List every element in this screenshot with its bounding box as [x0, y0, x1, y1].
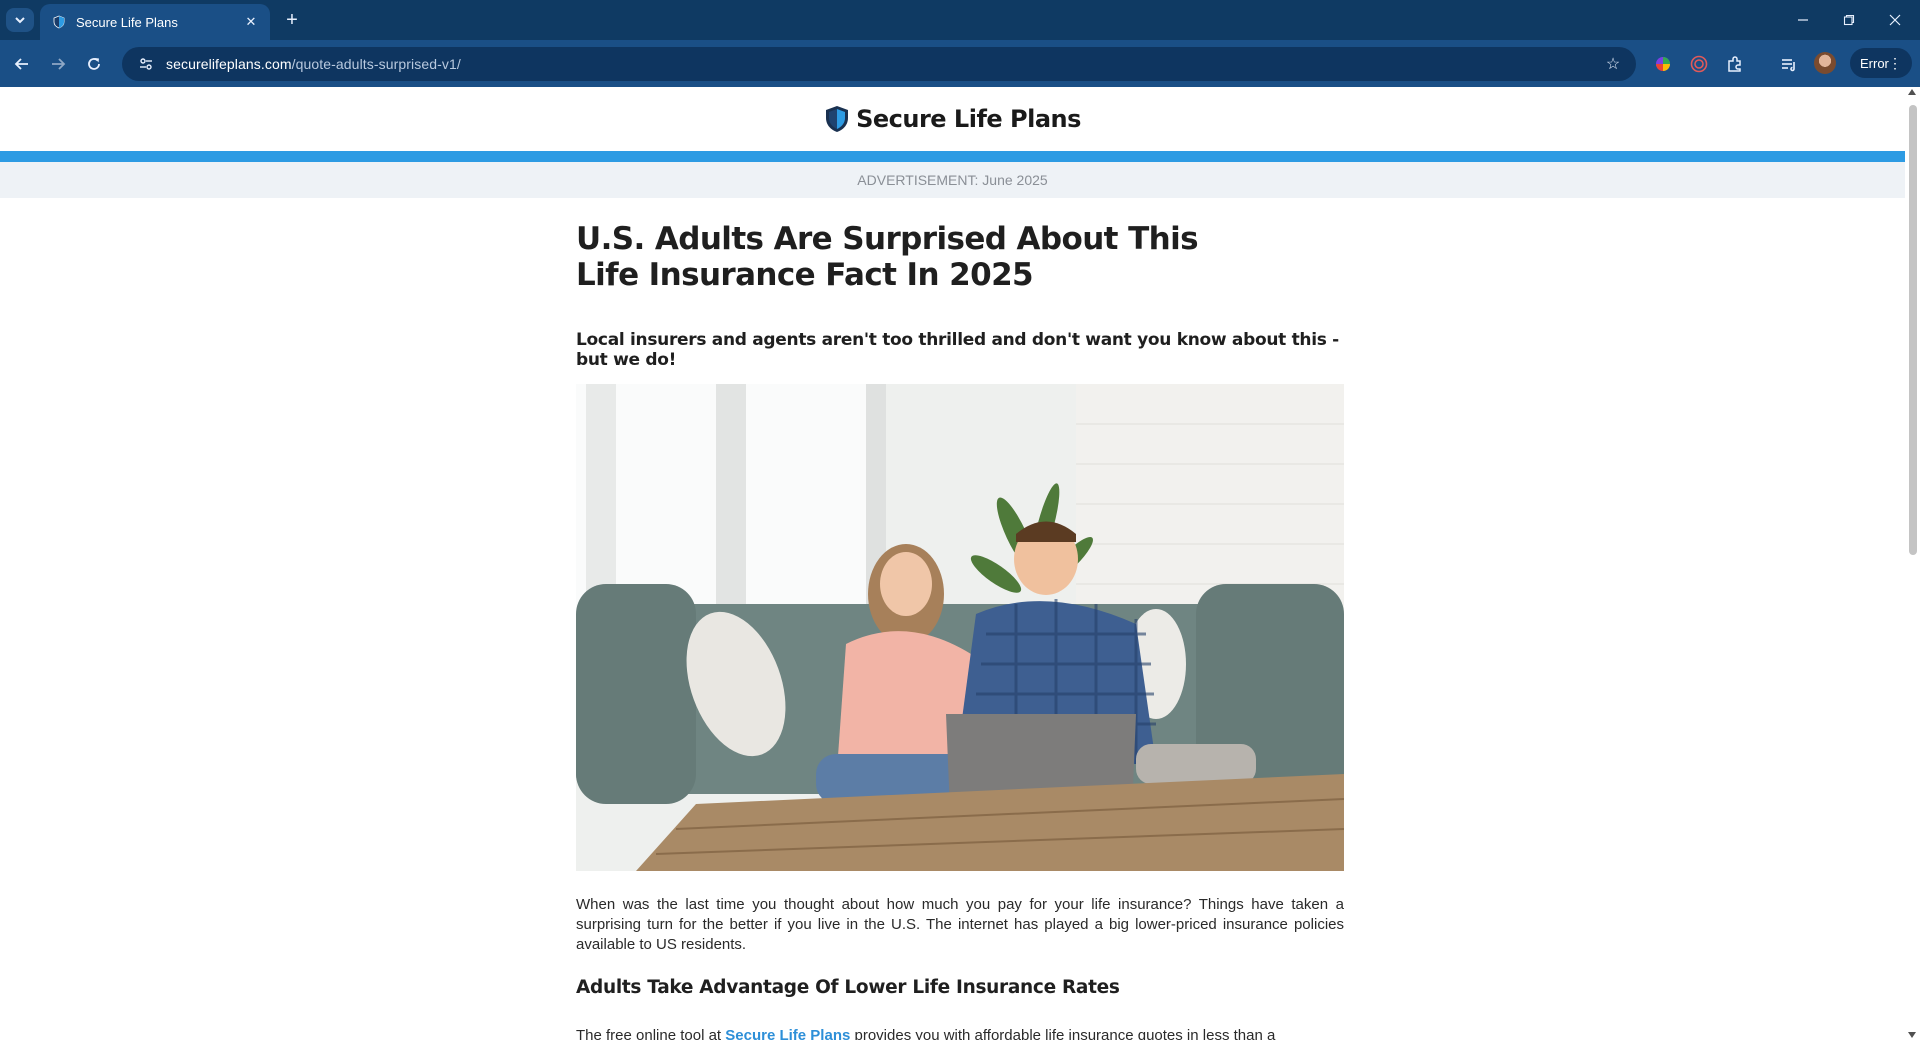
url-text: securelifeplans.com/quote-adults-surpris…: [166, 56, 461, 72]
article-heading-2: Adults Take Advantage Of Lower Life Insu…: [576, 977, 1120, 998]
privacy-extension-icon[interactable]: [1689, 54, 1709, 74]
url-path: /quote-adults-surprised-v1/: [291, 56, 461, 72]
scroll-down-arrow-icon[interactable]: [1908, 1032, 1916, 1038]
forward-icon[interactable]: [44, 50, 72, 78]
tab-strip: Secure Life Plans ✕ +: [0, 0, 1920, 40]
extensions-icon[interactable]: [1725, 54, 1745, 74]
scroll-thumb[interactable]: [1909, 105, 1917, 555]
minimize-icon[interactable]: [1780, 0, 1826, 40]
header-accent-bar: [0, 151, 1905, 162]
article-headline: U.S. Adults Are Surprised About This Lif…: [576, 221, 1199, 293]
paragraph-2-text-before: The free online tool at: [576, 1027, 722, 1040]
restore-icon[interactable]: [1826, 0, 1872, 40]
star-icon[interactable]: ☆: [1602, 53, 1624, 75]
shield-icon: [53, 15, 65, 29]
url-domain: securelifeplans.com: [166, 56, 292, 72]
tab-close-icon[interactable]: ✕: [242, 13, 260, 31]
address-bar[interactable]: securelifeplans.com/quote-adults-surpris…: [122, 47, 1636, 81]
paragraph-2-text-after: provides you with affordable life insura…: [854, 1027, 1276, 1040]
logo-text: Secure Life Plans: [856, 105, 1081, 133]
new-tab-plus-icon[interactable]: +: [280, 8, 304, 32]
advertisement-label: ADVERTISEMENT: June 2025: [857, 172, 1048, 188]
profile-status-label: Error: [1860, 55, 1889, 71]
chevron-down-icon: [15, 17, 25, 24]
scroll-up-arrow-icon[interactable]: [1908, 89, 1916, 95]
reload-icon[interactable]: [80, 50, 108, 78]
site-logo[interactable]: Secure Life Plans: [824, 105, 1081, 133]
secure-life-plans-link[interactable]: Secure Life Plans: [725, 1027, 850, 1040]
article-subhead: Local insurers and agents aren't too thr…: [576, 330, 1339, 370]
shield-logo-icon: [826, 106, 849, 132]
back-icon[interactable]: [8, 50, 36, 78]
more-vert-icon[interactable]: ⋮: [1888, 55, 1902, 72]
site-info-icon[interactable]: [134, 52, 158, 76]
article-paragraph-2: The free online tool at Secure Life Plan…: [576, 1026, 1344, 1040]
web-page: Secure Life Plans ADVERTISEMENT: June 20…: [0, 87, 1905, 1040]
page-scrollbar[interactable]: [1905, 87, 1920, 1040]
media-icon[interactable]: [1779, 54, 1799, 74]
article: U.S. Adults Are Surprised About This Lif…: [576, 198, 1344, 1040]
advertisement-banner: ADVERTISEMENT: June 2025: [0, 162, 1905, 198]
profile-error-button[interactable]: Error ⋮: [1850, 48, 1912, 78]
color-extension-icon[interactable]: [1653, 54, 1673, 74]
article-paragraph-1: When was the last time you thought about…: [576, 896, 1344, 953]
tab-title: Secure Life Plans: [76, 14, 178, 30]
browser-toolbar: securelifeplans.com/quote-adults-surpris…: [0, 40, 1920, 87]
hero-image-couple-laptop: [576, 384, 1344, 871]
close-window-icon[interactable]: [1872, 0, 1918, 40]
tab-search-button[interactable]: [6, 8, 34, 32]
site-header: Secure Life Plans: [0, 87, 1905, 151]
profile-avatar[interactable]: [1814, 52, 1836, 74]
tab-active[interactable]: Secure Life Plans ✕: [40, 4, 270, 40]
